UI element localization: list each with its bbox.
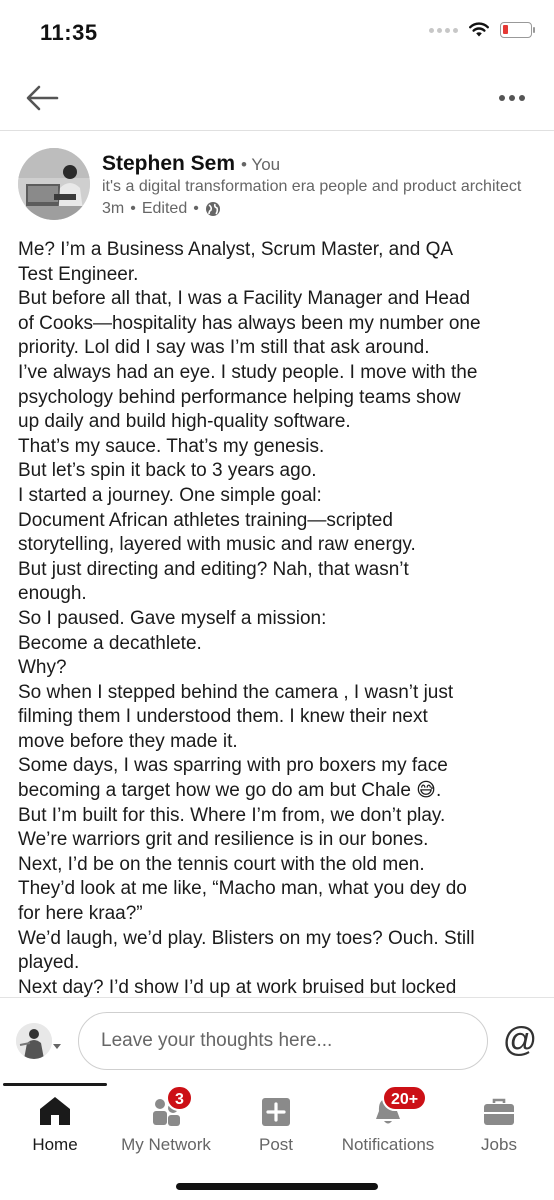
briefcase-icon [479,1091,519,1127]
post-text-line: Next, I’d be on the tennis court with th… [18,853,425,875]
signal-icon [429,27,458,33]
post-text-line: So when I stepped behind the camera , I … [18,681,454,703]
mention-button[interactable]: @ [500,1018,540,1062]
people-icon: 3 [146,1085,193,1127]
post-text-line: That’s my sauce. That’s my genesis. [18,435,325,457]
post-text-line: up daily and build high-quality software… [18,411,351,433]
globe-icon [205,202,220,216]
notifications-badge: 20+ [382,1085,428,1111]
add-post-icon [256,1091,296,1127]
post-text-line: Why? [18,657,67,679]
comment-bar: @ [0,997,554,1083]
post-time: 3m [102,200,125,217]
post-text-line: I started a journey. One simple goal: [18,484,322,506]
meta-separator: • [130,200,136,217]
author-tagline: it's a digital transformation era people… [102,178,522,195]
post-text-line: for here kraa?” [18,903,143,925]
post-text-line: Me? I’m a Business Analyst, Scrum Master… [18,239,454,260]
post-text-line: becoming a target how we go do am but Ch… [18,780,442,802]
post-text-line: filming them I understood them. I knew t… [18,706,428,728]
chevron-down-icon [53,1044,61,1049]
tab-post-label: Post [258,1135,294,1154]
post-meta: 3m • Edited • [102,200,221,218]
post-text-line: So I paused. Gave myself a mission: [18,607,327,629]
more-dot-icon [499,95,505,101]
post-text-line: Document African athletes training—scrip… [18,509,393,531]
post-text-line: But before all that, I was a Facility Ma… [18,288,471,310]
commenter-avatar [16,1023,52,1059]
post-body: Me? I’m a Business Analyst, Scrum Master… [18,238,538,1000]
post-text-line: Become a decathlete. [18,632,202,654]
post-text-line: move before they made it. [18,730,238,752]
battery-icon [500,22,535,38]
post-text-line: We’re warriors grit and resilience is in… [18,829,429,851]
post-text-line: But let’s spin it back to 3 years ago. [18,460,317,482]
post-text-line: of Cooks—hospitality has always been my … [18,312,481,334]
tab-notifications-label: Notifications [341,1135,435,1154]
comment-input[interactable] [78,1012,488,1070]
header-divider [0,130,554,131]
post-text-line: But I’m built for this. Where I’m from, … [18,804,446,826]
more-dot-icon [519,95,525,101]
commenter-avatar-switcher[interactable] [16,1023,62,1059]
back-arrow-icon [26,85,59,111]
post-text-line: Some days, I was sparring with pro boxer… [18,755,448,777]
more-options-button[interactable] [492,82,532,114]
author-name[interactable]: Stephen Sem [102,152,235,176]
post-text-line: But just directing and editing? Nah, tha… [18,558,409,580]
tab-my-network[interactable]: 3 My Network [110,1085,222,1161]
meta-separator: • [193,200,199,217]
active-tab-indicator [3,1083,107,1086]
post-text-line: Test Engineer. [18,263,139,285]
post-text-line: priority. Lol did I say was I’m still th… [18,337,430,359]
post-text-line: psychology behind performance helping te… [18,386,461,408]
tab-home[interactable]: Home [18,1091,92,1161]
more-dot-icon [509,95,515,101]
home-icon [35,1091,75,1127]
status-time: 11:35 [40,20,98,45]
wifi-icon [469,22,489,37]
post-text-line: They’d look at me like, “Macho man, what… [18,878,467,900]
tab-jobs[interactable]: Jobs [468,1091,530,1161]
post-author: Stephen Sem • You it's a digital transfo… [0,140,554,230]
bell-icon: 20+ [368,1085,428,1127]
post-text-line: I’ve always had an eye. I study people. … [18,361,478,383]
tab-home-label: Home [32,1135,78,1154]
back-button[interactable] [22,80,62,116]
tab-notifications[interactable]: 20+ Notifications [334,1085,442,1161]
author-avatar[interactable] [18,148,90,220]
author-you-label: • You [241,155,281,174]
home-indicator [176,1183,378,1190]
avatar-photo [18,148,90,220]
network-badge: 3 [166,1085,193,1111]
tab-my-network-label: My Network [121,1135,211,1154]
top-nav [0,70,554,128]
tab-post[interactable]: Post [246,1091,306,1161]
tab-jobs-label: Jobs [481,1135,517,1154]
post-text-line: storytelling, layered with music and raw… [18,534,416,556]
bottom-nav: Home 3 My Network Post 20+ Notifications… [0,1083,554,1200]
status-icons [429,22,535,38]
status-bar: 11:35 [0,0,554,70]
post-text-line: enough. [18,583,87,605]
author-name-row: Stephen Sem • You [102,152,280,176]
edited-label: Edited [141,200,188,217]
post-text-line: We’d laugh, we’d play. Blisters on my to… [18,927,475,949]
post-text-line: played. [18,952,80,974]
